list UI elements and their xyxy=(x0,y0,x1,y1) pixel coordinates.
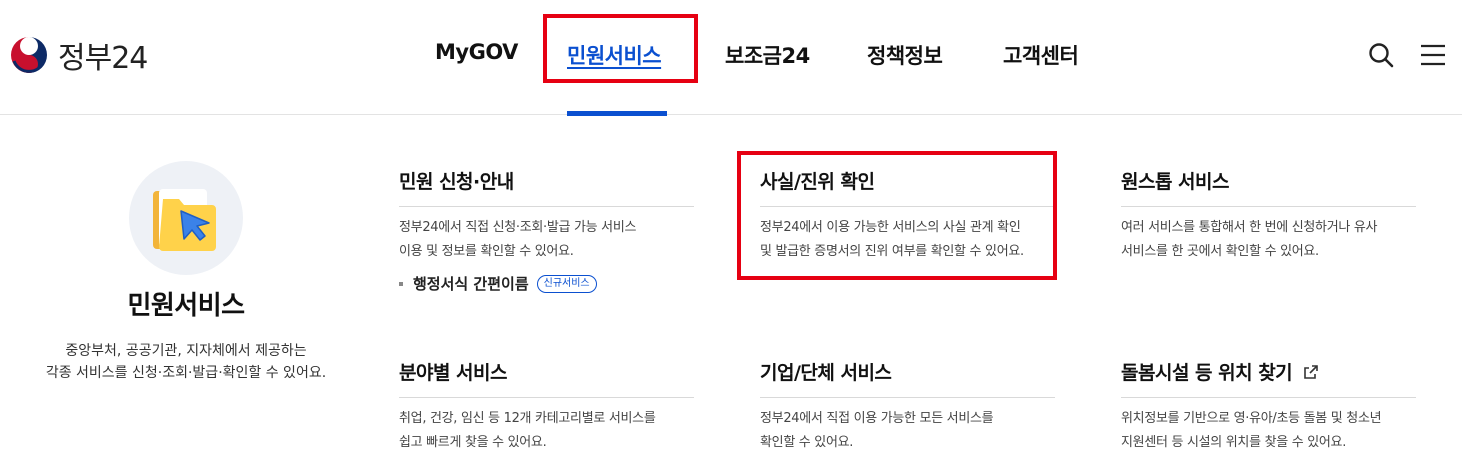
nav-item-mygov[interactable]: MyGOV xyxy=(435,40,518,70)
card-onestop-service[interactable]: 원스톱 서비스 여러 서비스를 통합해서 한 번에 신청하거나 유사 서비스를 … xyxy=(1121,167,1416,264)
new-service-badge: 신규서비스 xyxy=(536,274,597,293)
nav-item-civil-services[interactable]: 민원서비스 xyxy=(567,40,662,70)
card-desc-line: 확인할 수 있어요. xyxy=(760,435,854,450)
card-title[interactable]: 원스톱 서비스 xyxy=(1121,167,1416,194)
intro-desc-line: 각종 서비스를 신청·조회·발급·확인할 수 있어요. xyxy=(45,365,327,381)
nav-item-policy-info[interactable]: 정책정보 xyxy=(867,40,943,70)
card-civil-apply[interactable]: 민원 신청·안내 정부24에서 직접 신청·조회·발급 가능 서비스 이용 및 … xyxy=(399,167,694,264)
folder-cursor-icon xyxy=(153,189,216,251)
intro-description: 중앙부처, 공공기관, 지자체에서 제공하는 각종 서비스를 신청·조회·발급·… xyxy=(0,340,372,384)
card-category-service[interactable]: 분야별 서비스 취업, 건강, 임신 등 12개 카테고리별로 서비스를 쉽고 … xyxy=(399,358,694,455)
card-title[interactable]: 돌봄시설 등 위치 찾기 xyxy=(1121,358,1416,385)
card-divider xyxy=(1121,397,1416,398)
nav-active-indicator xyxy=(567,111,667,116)
brand-logo[interactable]: 정부24 xyxy=(8,34,148,76)
card-description: 여러 서비스를 통합해서 한 번에 신청하거나 유사 서비스를 한 곳에서 확인… xyxy=(1121,216,1416,264)
card-divider xyxy=(399,397,694,398)
search-icon[interactable] xyxy=(1366,40,1396,70)
card-description: 정부24에서 이용 가능한 서비스의 사실 관계 확인 및 발급한 증명서의 진… xyxy=(760,216,1055,264)
admin-form-link-label: 행정서식 간편이름 xyxy=(413,275,529,293)
card-desc-line: 위치정보를 기반으로 영·유아/초등 돌봄 및 청소년 xyxy=(1121,411,1382,426)
intro-title: 민원서비스 xyxy=(127,291,245,321)
card-care-facility-finder[interactable]: 돌봄시설 등 위치 찾기 위치정보를 기반으로 영·유아/초등 돌봄 및 청소년… xyxy=(1121,358,1416,455)
card-description: 위치정보를 기반으로 영·유아/초등 돌봄 및 청소년 지원센터 등 시설의 위… xyxy=(1121,407,1416,455)
nav-item-subsidy24[interactable]: 보조금24 xyxy=(725,40,810,70)
card-desc-line: 취업, 건강, 임신 등 12개 카테고리별로 서비스를 xyxy=(399,411,656,426)
card-title[interactable]: 분야별 서비스 xyxy=(399,358,694,385)
brand-name: 정부24 xyxy=(58,41,148,76)
nav-item-customer-center[interactable]: 고객센터 xyxy=(1003,40,1079,70)
card-description: 정부24에서 직접 신청·조회·발급 가능 서비스 이용 및 정보를 확인할 수… xyxy=(399,216,694,264)
card-divider xyxy=(1121,206,1416,207)
card-title[interactable]: 기업/단체 서비스 xyxy=(760,358,1055,385)
card-title[interactable]: 사실/진위 확인 xyxy=(760,167,1055,194)
card-divider xyxy=(760,206,1055,207)
card-fact-verification[interactable]: 사실/진위 확인 정부24에서 이용 가능한 서비스의 사실 관계 확인 및 발… xyxy=(760,167,1055,264)
intro-desc-line: 중앙부처, 공공기관, 지자체에서 제공하는 xyxy=(65,343,307,359)
external-link-icon xyxy=(1304,364,1318,379)
card-desc-line: 이용 및 정보를 확인할 수 있어요. xyxy=(399,244,574,259)
site-header: 정부24 MyGOV 민원서비스 보조금24 정책정보 고객센터 xyxy=(0,0,1462,116)
card-desc-line: 쉽고 빠르게 찾을 수 있어요. xyxy=(399,435,547,450)
card-description: 정부24에서 직접 이용 가능한 모든 서비스를 확인할 수 있어요. xyxy=(760,407,1055,455)
card-business-service[interactable]: 기업/단체 서비스 정부24에서 직접 이용 가능한 모든 서비스를 확인할 수… xyxy=(760,358,1055,455)
taegeuk-logo-icon xyxy=(8,34,50,76)
card-divider xyxy=(760,397,1055,398)
card-desc-line: 정부24에서 직접 신청·조회·발급 가능 서비스 xyxy=(399,220,637,235)
intro-icon-circle xyxy=(129,161,243,275)
card-desc-line: 및 발급한 증명서의 진위 여부를 확인할 수 있어요. xyxy=(760,244,1024,259)
card-desc-line: 서비스를 한 곳에서 확인할 수 있어요. xyxy=(1121,244,1319,259)
hamburger-menu-icon[interactable] xyxy=(1418,40,1448,70)
card-description: 취업, 건강, 임신 등 12개 카테고리별로 서비스를 쉽고 빠르게 찾을 수… xyxy=(399,407,694,455)
card-desc-line: 정부24에서 직접 이용 가능한 모든 서비스를 xyxy=(760,411,994,426)
card-title-text: 돌봄시설 등 위치 찾기 xyxy=(1121,362,1293,384)
bullet-icon xyxy=(399,281,403,286)
card-divider xyxy=(399,206,694,207)
card-title[interactable]: 민원 신청·안내 xyxy=(399,167,694,194)
card-desc-line: 정부24에서 이용 가능한 서비스의 사실 관계 확인 xyxy=(760,220,1021,235)
admin-form-link[interactable]: 행정서식 간편이름 신규서비스 xyxy=(399,273,597,294)
card-desc-line: 여러 서비스를 통합해서 한 번에 신청하거나 유사 xyxy=(1121,220,1378,235)
card-desc-line: 지원센터 등 시설의 위치를 찾을 수 있어요. xyxy=(1121,435,1347,450)
